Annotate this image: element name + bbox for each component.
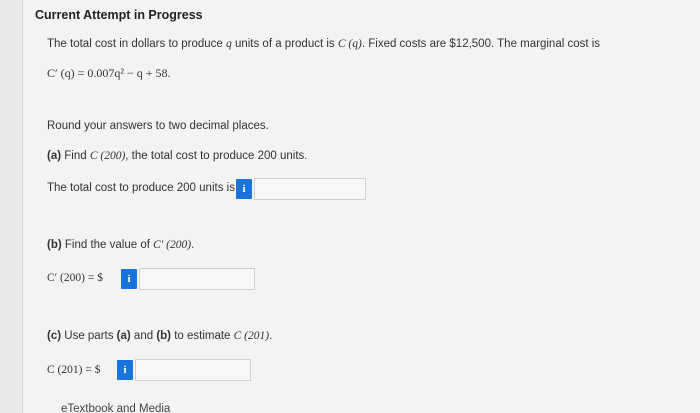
part-c-text-post: to estimate	[171, 330, 234, 342]
part-a-label: (a)	[47, 150, 62, 162]
intro-text-post: . Fixed costs are $12,500. The marginal …	[361, 38, 601, 50]
part-b-info-icon[interactable]: i	[121, 269, 137, 289]
part-c-text-end: .	[269, 330, 273, 342]
part-c-label: (c)	[47, 330, 62, 342]
part-b-question: (b) Find the value of C′ (200).	[47, 239, 194, 251]
part-a-prompt: The total cost to produce 200 units is $	[47, 182, 245, 194]
part-a-info-icon[interactable]: i	[236, 179, 252, 199]
intro-text-pre: The total cost in dollars to produce	[47, 38, 226, 50]
part-a-question: (a) Find C (200), the total cost to prod…	[47, 150, 308, 162]
part-b-prompt: C′ (200) = $	[47, 272, 103, 284]
part-b-text-post: .	[191, 239, 195, 251]
part-c-info-icon[interactable]: i	[117, 360, 133, 380]
part-c-prompt: C (201) = $	[47, 364, 101, 376]
attempt-heading: Current Attempt in Progress	[35, 8, 203, 22]
part-b-math: C′ (200)	[153, 239, 192, 251]
part-c-answer-input[interactable]	[135, 359, 251, 381]
part-c-question: (c) Use parts (a) and (b) to estimate C …	[47, 330, 272, 342]
part-b-text-pre: Find the value of	[61, 239, 154, 251]
part-a-text-post: , the total cost to produce 200 units.	[125, 150, 308, 162]
part-a-answer-input[interactable]	[254, 178, 366, 200]
part-c-ref-b: (b)	[156, 330, 171, 342]
part-b-label: (b)	[47, 239, 62, 251]
part-c-text-pre: Use parts	[61, 330, 117, 342]
part-b-answer-input[interactable]	[139, 268, 255, 290]
part-a-math: C (200)	[89, 150, 126, 162]
question-panel: Current Attempt in Progress The total co…	[22, 0, 700, 413]
part-c-text-and: and	[130, 330, 157, 342]
intro-var-cq: C (q)	[337, 38, 362, 50]
marginal-cost-formula: C′ (q) = 0.007q² − q + 58.	[47, 66, 171, 80]
etextbook-link[interactable]: eTextbook and Media	[61, 403, 170, 413]
problem-intro: The total cost in dollars to produce q u…	[47, 38, 600, 50]
rounding-instruction: Round your answers to two decimal places…	[47, 120, 269, 132]
part-c-ref-a: (a)	[116, 330, 131, 342]
intro-text-mid: units of a product is	[231, 38, 338, 50]
part-c-math: C (201)	[233, 330, 270, 342]
part-a-text-pre: Find	[61, 150, 90, 162]
